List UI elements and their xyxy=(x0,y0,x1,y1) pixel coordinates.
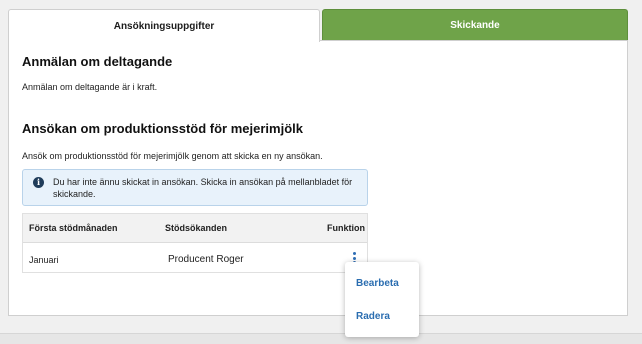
info-icon: i xyxy=(33,177,44,188)
participation-heading: Anmälan om deltagande xyxy=(22,54,173,69)
column-header-applicant: Stödsökanden xyxy=(165,223,228,233)
tab-bar: Ansökningsuppgifter Skickande xyxy=(8,9,628,42)
application-heading: Ansökan om produktionsstöd för mejerimjö… xyxy=(22,121,303,136)
column-header-first-month: Första stödmånaden xyxy=(29,223,118,233)
content-panel: Anmälan om deltagande Anmälan om deltaga… xyxy=(8,40,628,316)
cell-applicant: Producent Roger xyxy=(168,254,244,265)
info-notice-text: Du har inte ännu skickat in ansökan. Ski… xyxy=(53,177,353,199)
column-header-function: Funktion xyxy=(327,223,365,233)
cell-first-month: Januari xyxy=(29,255,59,265)
application-text: Ansök om produktionsstöd för mejerimjölk… xyxy=(22,151,323,161)
table-header: Första stödmånaden Stödsökanden Funktion xyxy=(23,214,367,243)
menu-item-delete[interactable]: Radera xyxy=(356,311,390,322)
info-notice: i Du har inte ännu skickat in ansökan. S… xyxy=(22,169,368,206)
tab-sending[interactable]: Skickande xyxy=(322,9,628,41)
tab-application-details[interactable]: Ansökningsuppgifter xyxy=(8,9,320,42)
row-actions-menu: Bearbeta Radera xyxy=(345,262,419,337)
participation-text: Anmälan om deltagande är i kraft. xyxy=(22,82,158,92)
menu-item-edit[interactable]: Bearbeta xyxy=(356,278,399,289)
bottom-bar xyxy=(0,333,642,344)
applications-table: Första stödmånaden Stödsökanden Funktion… xyxy=(22,213,368,273)
